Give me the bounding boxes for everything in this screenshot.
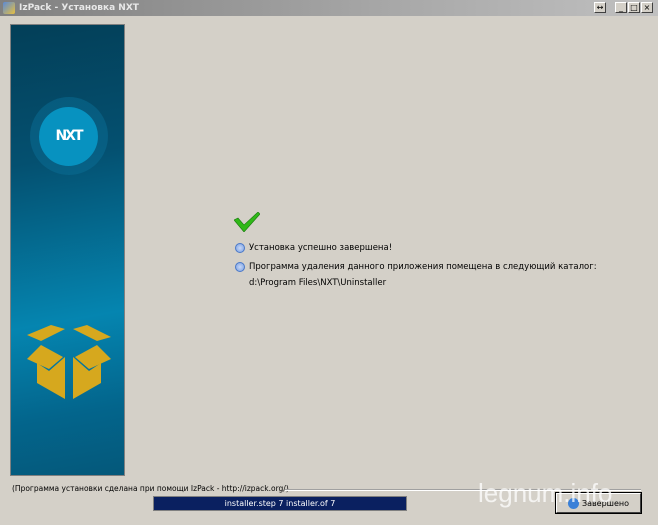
nxt-logo: NXT [39,107,98,166]
title-bar: IzPack - Установка NXT ↔ _ □ × [0,0,658,16]
izpack-credit: (Программа установки сделана при помощи … [12,484,289,493]
maximize-button[interactable]: □ [628,2,640,13]
close-button[interactable]: × [641,2,653,13]
restore-icon[interactable]: ↔ [594,2,606,13]
minimize-button[interactable]: _ [615,2,627,13]
app-icon [3,2,15,14]
uninstaller-path: d:\Program Files\NXT\Uninstaller [249,278,387,288]
success-message: Установка успешно завершена! [249,243,393,253]
watermark: legnum.info [478,478,613,508]
progress-bar: installer.step 7 installer.of 7 [153,496,407,511]
globe-icon [235,262,245,272]
success-row: Установка успешно завершена! [235,243,392,253]
window-title: IzPack - Установка NXT [19,3,139,13]
globe-icon [235,243,245,253]
success-check-icon [234,212,260,232]
side-banner: NXT [10,24,125,476]
uninstaller-row: Программа удаления данного приложения по… [235,262,597,272]
uninstaller-message: Программа удаления данного приложения по… [249,262,597,272]
package-icon [27,325,111,399]
